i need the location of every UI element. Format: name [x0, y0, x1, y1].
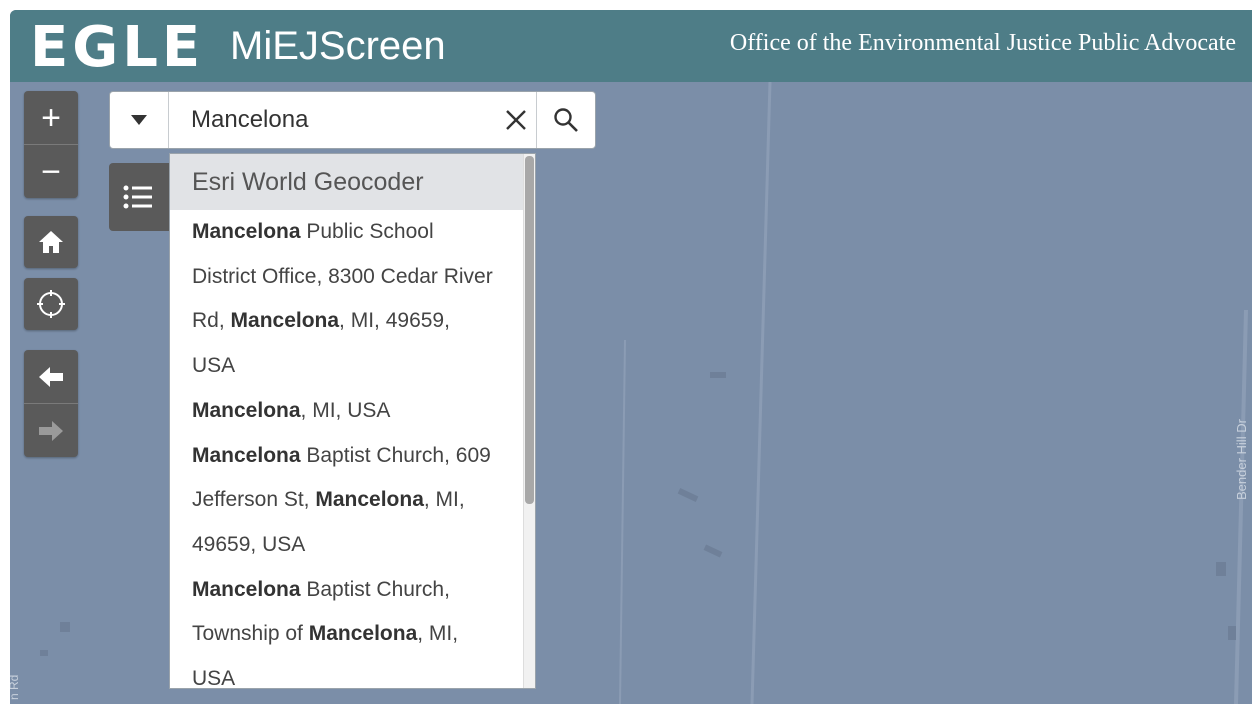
- suggestion-match-text: Mancelona: [315, 488, 424, 512]
- suggestion-match-text: Mancelona: [192, 398, 301, 422]
- suggestion-line[interactable]: Mancelona Baptist Church, 609: [192, 434, 511, 479]
- app-window: Bender Hill Dr n Rd EGLE MiEJScreen Offi…: [10, 10, 1252, 704]
- zoom-controls: + −: [24, 91, 78, 198]
- close-icon: [506, 110, 526, 130]
- suggestion-match-text: Mancelona: [230, 309, 340, 333]
- suggestion-line[interactable]: Mancelona Public School: [192, 210, 511, 255]
- search-suggestions-menu: Esri World Geocoder Mancelona Public Sch…: [169, 153, 536, 689]
- suggestion-line[interactable]: Jefferson St, Mancelona, MI,: [192, 478, 511, 523]
- suggestion-line[interactable]: USA: [192, 344, 511, 389]
- app-title: MiEJScreen: [230, 24, 446, 68]
- home-control: [24, 216, 78, 268]
- search-icon: [554, 108, 578, 132]
- search-input[interactable]: [169, 92, 496, 148]
- suggestion-text: Township of: [192, 622, 309, 646]
- app-header: EGLE MiEJScreen Office of the Environmen…: [10, 10, 1252, 82]
- suggestion-text: , MI, 49659,: [339, 309, 450, 333]
- previous-extent-button[interactable]: [24, 350, 78, 403]
- list-icon: [123, 185, 152, 209]
- suggestion-text: , MI, USA: [300, 398, 391, 422]
- svg-text:EGLE: EGLE: [30, 16, 204, 76]
- suggestion-text: USA: [192, 354, 236, 378]
- suggestion-text: , MI,: [423, 488, 465, 512]
- suggestion-line[interactable]: Mancelona Baptist Church,: [192, 568, 511, 613]
- caret-down-icon: [131, 115, 147, 125]
- suggestion-text: , MI,: [417, 622, 459, 646]
- suggestion-match-text: Mancelona: [192, 443, 301, 467]
- suggestion-line[interactable]: USA: [192, 657, 511, 689]
- suggestion-match-text: Mancelona: [308, 622, 418, 646]
- suggestion-list: Mancelona Public School District Office, …: [170, 210, 535, 689]
- zoom-out-button[interactable]: −: [24, 144, 78, 198]
- suggestion-text: Baptist Church,: [300, 577, 450, 601]
- suggestion-text: District Office, 8300 Cedar River: [192, 264, 493, 288]
- clear-search-button[interactable]: [496, 92, 536, 148]
- search-button[interactable]: [536, 92, 595, 148]
- search-source-menu-button[interactable]: [110, 92, 169, 148]
- plus-icon: +: [41, 98, 61, 137]
- arrow-left-icon: [39, 366, 63, 387]
- suggestion-match-text: Mancelona: [192, 220, 301, 243]
- home-icon: [39, 231, 63, 253]
- zoom-in-button[interactable]: +: [24, 91, 78, 144]
- minus-icon: −: [41, 152, 61, 191]
- suggestions-scrollbar-thumb[interactable]: [525, 156, 534, 504]
- suggestion-text: Baptist Church, 609: [300, 443, 491, 467]
- locate-button[interactable]: [24, 278, 78, 330]
- suggestion-line[interactable]: District Office, 8300 Cedar River: [192, 255, 511, 300]
- egle-logo: EGLE: [30, 16, 204, 76]
- suggestion-source-header: Esri World Geocoder: [170, 154, 535, 210]
- suggestion-text: Rd,: [192, 309, 231, 333]
- suggestion-text: Jefferson St,: [192, 488, 316, 512]
- suggestion-line[interactable]: 49659, USA: [192, 523, 511, 568]
- locate-control: [24, 278, 78, 330]
- suggestion-line[interactable]: Mancelona, MI, USA: [192, 389, 511, 434]
- header-subtitle: Office of the Environmental Justice Publ…: [729, 30, 1236, 56]
- suggestion-text: Public School: [300, 220, 434, 243]
- suggestion-text: USA: [192, 667, 236, 689]
- suggestion-line[interactable]: Rd, Mancelona, MI, 49659,: [192, 299, 511, 344]
- road-label-edge: n Rd: [10, 675, 21, 700]
- search-widget: [109, 91, 596, 149]
- locate-icon: [37, 290, 65, 318]
- arrow-right-icon: [39, 420, 63, 441]
- suggestions-scrollbar[interactable]: [523, 154, 535, 688]
- home-button[interactable]: [24, 216, 78, 268]
- suggestion-text: 49659, USA: [192, 532, 306, 556]
- road-label-bender-hill: Bender Hill Dr: [1234, 418, 1249, 500]
- navigation-controls: [24, 350, 78, 457]
- suggestion-line[interactable]: Township of Mancelona, MI,: [192, 612, 511, 657]
- next-extent-button[interactable]: [24, 403, 78, 457]
- suggestion-match-text: Mancelona: [192, 577, 301, 601]
